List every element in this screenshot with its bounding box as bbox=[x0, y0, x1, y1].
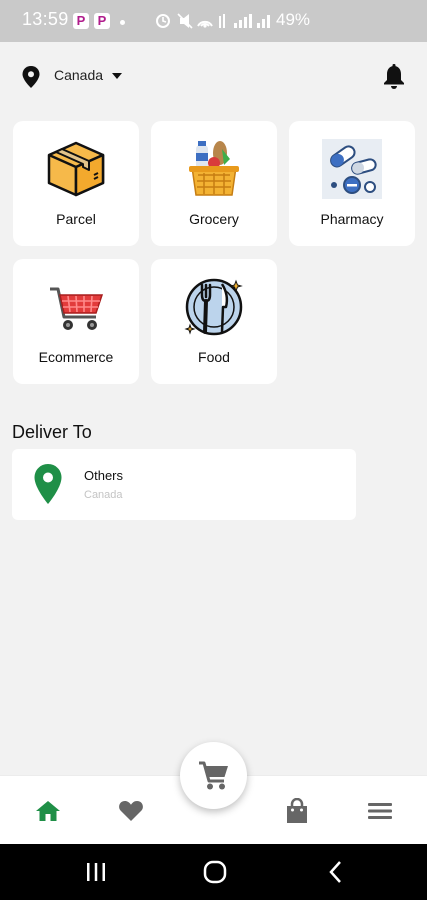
grocery-basket-icon bbox=[189, 141, 239, 196]
category-label: Food bbox=[198, 349, 230, 365]
heart-icon[interactable] bbox=[118, 798, 144, 824]
delivery-address-card[interactable]: Others Canada bbox=[12, 449, 356, 520]
address-country: Canada bbox=[84, 489, 123, 501]
app-notification-icon: P bbox=[94, 13, 110, 29]
plate-fork-knife-icon bbox=[184, 278, 243, 336]
location-pin-icon bbox=[34, 464, 62, 504]
category-ecommerce[interactable]: Ecommerce bbox=[13, 259, 139, 384]
battery-percent: 49% bbox=[276, 10, 311, 29]
category-parcel[interactable]: Parcel bbox=[13, 121, 139, 246]
status-bar: 13:59 P P 49% bbox=[0, 0, 427, 42]
category-label: Ecommerce bbox=[38, 349, 114, 365]
category-label: Grocery bbox=[189, 211, 239, 227]
cart-button[interactable] bbox=[180, 742, 247, 809]
notification-dot-icon bbox=[120, 20, 125, 25]
category-label: Pharmacy bbox=[320, 211, 384, 227]
category-food[interactable]: Food bbox=[151, 259, 277, 384]
cart-icon bbox=[199, 761, 228, 790]
header: Canada bbox=[0, 42, 427, 112]
status-icons bbox=[156, 13, 270, 29]
shopping-bag-icon[interactable] bbox=[284, 798, 310, 824]
system-nav-bar bbox=[0, 844, 427, 900]
category-label: Parcel bbox=[56, 211, 96, 227]
pharmacy-pills-icon bbox=[322, 139, 382, 199]
category-grocery[interactable]: Grocery bbox=[151, 121, 277, 246]
category-pharmacy[interactable]: Pharmacy bbox=[289, 121, 415, 246]
menu-icon[interactable] bbox=[367, 798, 393, 824]
recent-apps-icon[interactable] bbox=[84, 860, 108, 884]
bell-icon[interactable] bbox=[382, 64, 406, 90]
status-time: 13:59 bbox=[22, 9, 69, 29]
app-notification-icon: P bbox=[73, 13, 89, 29]
home-button-icon[interactable] bbox=[203, 860, 227, 884]
home-icon[interactable] bbox=[35, 798, 61, 824]
location-pin-icon[interactable] bbox=[22, 66, 40, 88]
back-icon[interactable] bbox=[324, 860, 348, 884]
parcel-box-icon bbox=[47, 141, 105, 197]
address-name: Others bbox=[84, 468, 124, 483]
deliver-to-heading: Deliver To bbox=[12, 422, 92, 442]
shopping-cart-icon bbox=[50, 287, 104, 330]
chevron-down-icon[interactable] bbox=[112, 73, 122, 79]
location-selector[interactable]: Canada bbox=[54, 67, 103, 83]
